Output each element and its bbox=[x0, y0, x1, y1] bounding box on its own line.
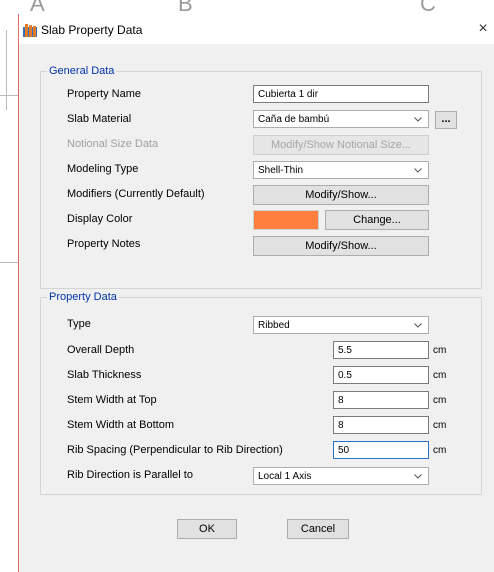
background-grid-line bbox=[0, 262, 18, 263]
background-grid-line bbox=[6, 30, 7, 110]
notional-size-button[interactable]: Modify/Show Notional Size... bbox=[253, 135, 429, 155]
slab-material-more-button[interactable]: ... bbox=[435, 111, 457, 129]
notional-size-label: Notional Size Data bbox=[67, 138, 159, 150]
chevron-down-icon bbox=[414, 474, 422, 479]
display-color-label: Display Color bbox=[67, 213, 133, 225]
property-notes-button[interactable]: Modify/Show... bbox=[253, 236, 429, 256]
display-color-swatch bbox=[253, 210, 319, 230]
chevron-down-icon bbox=[414, 168, 422, 173]
slab-material-select[interactable]: Caña de bambú bbox=[253, 110, 429, 128]
cancel-button[interactable]: Cancel bbox=[287, 519, 349, 539]
slab-app-icon bbox=[23, 24, 37, 37]
slab-material-value: Caña de bambú bbox=[258, 114, 330, 125]
stem-width-bottom-field[interactable]: 8 bbox=[333, 416, 429, 434]
modeling-type-label: Modeling Type bbox=[67, 163, 139, 175]
property-name-field[interactable]: Cubierta 1 dir bbox=[253, 85, 429, 103]
rib-direction-value: Local 1 Axis bbox=[258, 471, 312, 482]
slab-material-label: Slab Material bbox=[67, 113, 132, 125]
overall-depth-unit: cm bbox=[433, 345, 447, 356]
modifiers-button[interactable]: Modify/Show... bbox=[253, 185, 429, 205]
ok-button[interactable]: OK bbox=[177, 519, 237, 539]
type-label: Type bbox=[67, 318, 91, 330]
change-color-button[interactable]: Change... bbox=[325, 210, 429, 230]
property-data-legend: Property Data bbox=[49, 291, 117, 303]
property-notes-label: Property Notes bbox=[67, 238, 141, 250]
general-data-legend: General Data bbox=[49, 65, 115, 77]
rib-spacing-label: Rib Spacing (Perpendicular to Rib Direct… bbox=[67, 444, 283, 456]
rib-direction-label: Rib Direction is Parallel to bbox=[67, 469, 193, 481]
dialog-title: Slab Property Data bbox=[41, 23, 143, 37]
chevron-down-icon bbox=[414, 117, 422, 122]
slab-property-dialog: Slab Property Data × General Data Proper… bbox=[18, 14, 494, 572]
modifiers-label: Modifiers (Currently Default) bbox=[67, 188, 205, 200]
slab-thickness-field[interactable]: 0.5 bbox=[333, 366, 429, 384]
dialog-titlebar: Slab Property Data × bbox=[19, 14, 494, 44]
type-select[interactable]: Ribbed bbox=[253, 316, 429, 334]
background-grid-line bbox=[0, 95, 18, 96]
rib-spacing-field[interactable]: 50 bbox=[333, 441, 429, 459]
chevron-down-icon bbox=[414, 323, 422, 328]
stem-width-bottom-label: Stem Width at Bottom bbox=[67, 419, 174, 431]
slab-thickness-label: Slab Thickness bbox=[67, 369, 142, 381]
stem-width-bottom-unit: cm bbox=[433, 420, 447, 431]
close-icon[interactable]: × bbox=[473, 19, 493, 39]
overall-depth-field[interactable]: 5.5 bbox=[333, 341, 429, 359]
stem-width-top-unit: cm bbox=[433, 395, 447, 406]
stem-width-top-field[interactable]: 8 bbox=[333, 391, 429, 409]
modeling-type-value: Shell-Thin bbox=[258, 165, 304, 176]
stem-width-top-label: Stem Width at Top bbox=[67, 394, 157, 406]
modeling-type-select[interactable]: Shell-Thin bbox=[253, 161, 429, 179]
overall-depth-label: Overall Depth bbox=[67, 344, 135, 356]
rib-direction-select[interactable]: Local 1 Axis bbox=[253, 467, 429, 485]
type-value: Ribbed bbox=[258, 320, 290, 331]
slab-thickness-unit: cm bbox=[433, 370, 447, 381]
property-name-label: Property Name bbox=[67, 88, 141, 100]
rib-spacing-unit: cm bbox=[433, 445, 447, 456]
